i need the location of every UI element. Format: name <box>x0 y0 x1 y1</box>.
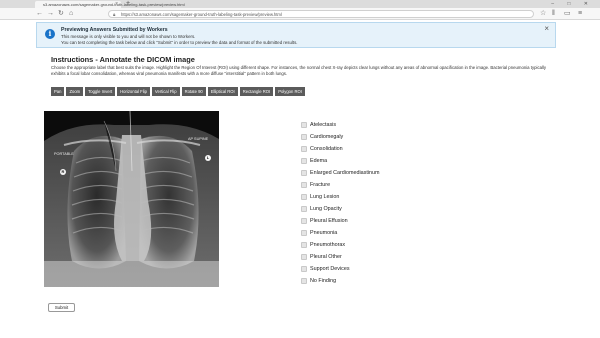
banner-line-1: This message is only visible to you and … <box>61 34 196 39</box>
horizontal-flip-button[interactable]: Horizontal Flip <box>117 87 150 96</box>
checkbox[interactable] <box>301 218 307 224</box>
tool-bar: Pan Zoom Toggle Invert Horizontal Flip V… <box>51 87 305 96</box>
checkbox[interactable] <box>301 254 307 260</box>
browser-tab[interactable]: s3.amazonaws.com/sagemaker-ground-truth-… <box>35 1 185 8</box>
checkbox[interactable] <box>301 242 307 248</box>
checkbox[interactable] <box>301 158 307 164</box>
ecg-lead-marker-icon: L <box>205 155 211 161</box>
checkbox[interactable] <box>301 170 307 176</box>
banner-title: Previewing Answers Submitted by Workers <box>61 27 168 33</box>
label-text: Cardiomegaly <box>310 134 344 140</box>
checkbox[interactable] <box>301 134 307 140</box>
star-icon[interactable]: ☆ <box>540 9 546 19</box>
close-icon[interactable]: × <box>115 1 118 8</box>
label-text: Pleural Effusion <box>310 218 348 224</box>
label-text: Pneumothorax <box>310 242 346 248</box>
checkbox[interactable] <box>301 182 307 188</box>
toggle-invert-button[interactable]: Toggle Invert <box>85 87 116 96</box>
vertical-flip-button[interactable]: Vertical Flip <box>151 87 180 96</box>
home-icon[interactable]: ⌂ <box>69 9 73 19</box>
instructions-title: Instructions - Annotate the DICOM image <box>51 55 195 64</box>
info-icon: i <box>45 29 55 39</box>
label-text: Enlarged Cardiomediastinum <box>310 170 380 176</box>
forward-arrow-icon[interactable]: → <box>47 9 54 19</box>
checkbox[interactable] <box>301 122 307 128</box>
ecg-lead-marker-icon: R <box>60 169 66 175</box>
checkbox[interactable] <box>301 206 307 212</box>
reader-icon[interactable]: ▭ <box>564 9 571 19</box>
label-text: Pleural Other <box>310 254 342 260</box>
window-controls[interactable]: – □ ✕ <box>551 0 594 8</box>
checkbox[interactable] <box>301 230 307 236</box>
submit-button[interactable]: Submit <box>48 303 75 312</box>
banner-line-2: You can test completing the task below a… <box>61 40 298 45</box>
dicom-image-canvas[interactable]: PORTABLE AP SUPINE R L <box>44 111 219 287</box>
checkbox[interactable] <box>301 278 307 284</box>
label-text: Consolidation <box>310 146 343 152</box>
rotate-90-button[interactable]: Rotate 90 <box>181 87 206 96</box>
menu-icon[interactable]: ≡ <box>578 9 582 19</box>
label-text: Lung Opacity <box>310 206 342 212</box>
rectangle-roi-button[interactable]: Rectangle ROI <box>239 87 274 96</box>
browser-tab-bar: s3.amazonaws.com/sagemaker-ground-truth-… <box>0 0 600 8</box>
close-icon[interactable]: × <box>544 24 549 33</box>
instructions-text: Choose the appropriate label that best s… <box>51 65 547 76</box>
label-text: No Finding <box>310 278 337 284</box>
label-text: Edema <box>310 158 328 164</box>
label-text: Atelectasis <box>310 122 337 128</box>
url-text: https://s3.amazonaws.com/sagemaker-groun… <box>121 12 282 17</box>
back-arrow-icon[interactable]: ← <box>36 9 43 19</box>
library-icon[interactable]: ‖ <box>552 9 555 19</box>
label-text: Fracture <box>310 182 331 188</box>
checkbox[interactable] <box>301 194 307 200</box>
lock-icon: 🔒︎ <box>113 12 116 17</box>
elliptical-roi-button[interactable]: Elliptical ROI <box>207 87 238 96</box>
label-text: Support Devices <box>310 266 350 272</box>
checkbox[interactable] <box>301 146 307 152</box>
polygon-roi-button[interactable]: Polygon ROI <box>275 87 305 96</box>
image-label-portable: PORTABLE <box>54 152 74 156</box>
new-tab-button[interactable]: + <box>126 0 130 8</box>
label-text: Pneumonia <box>310 230 338 236</box>
pan-button[interactable]: Pan <box>51 87 65 96</box>
tab-title: s3.amazonaws.com/sagemaker-ground-truth-… <box>43 2 185 7</box>
image-label-ap-supine: AP SUPINE <box>188 137 209 141</box>
zoom-button[interactable]: Zoom <box>66 87 84 96</box>
browser-nav-bar: ← → ↻ ⌂ 🔒︎ https://s3.amazonaws.com/sage… <box>0 8 600 20</box>
preview-banner: i Previewing Answers Submitted by Worker… <box>36 22 556 48</box>
checkbox[interactable] <box>301 266 307 272</box>
address-bar[interactable]: 🔒︎ https://s3.amazonaws.com/sagemaker-gr… <box>108 10 534 18</box>
label-text: Lung Lesion <box>310 194 340 200</box>
reload-icon[interactable]: ↻ <box>58 9 64 19</box>
